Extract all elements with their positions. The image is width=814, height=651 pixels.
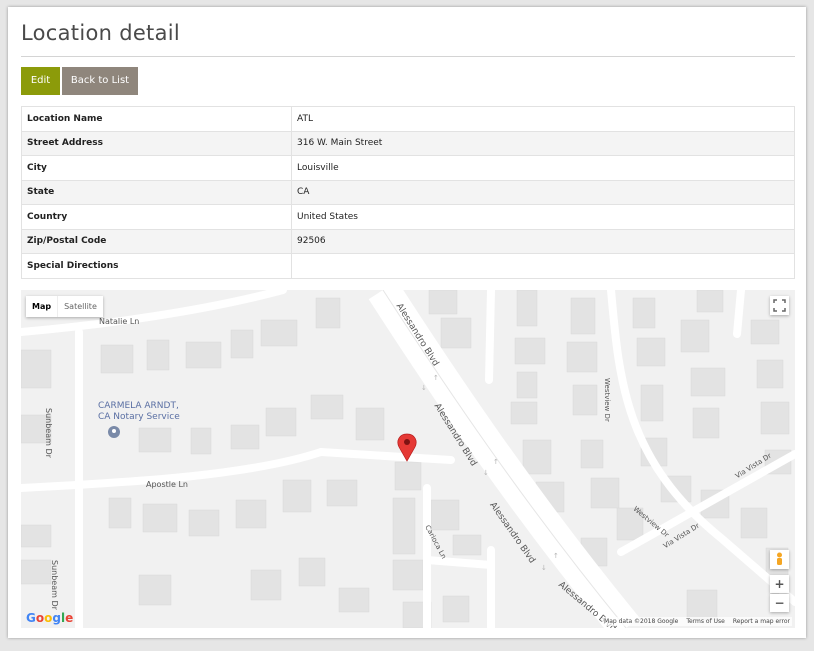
fullscreen-icon xyxy=(773,299,786,312)
table-row: Street Address 316 W. Main Street xyxy=(21,130,795,156)
field-value: ATL xyxy=(291,106,795,132)
svg-text:↓: ↓ xyxy=(483,469,489,477)
field-value: 316 W. Main Street xyxy=(291,130,795,156)
table-row: State CA xyxy=(21,179,795,205)
map-attribution: Map data ©2018 Google xyxy=(604,618,679,625)
page-title: Location detail xyxy=(21,21,181,45)
field-label: Country xyxy=(21,204,292,230)
map-tiles: ↓ ↑ ↓ ↑ ↓ ↑ xyxy=(21,290,795,628)
back-to-list-button[interactable]: Back to List xyxy=(62,67,138,95)
svg-text:↑: ↑ xyxy=(553,552,559,560)
field-label: Special Directions xyxy=(21,253,292,279)
table-row: Country United States xyxy=(21,204,795,230)
svg-text:↑: ↑ xyxy=(433,374,439,382)
fullscreen-button[interactable] xyxy=(770,296,789,315)
field-value: CA xyxy=(291,179,795,205)
field-label: Zip/Postal Code xyxy=(21,228,292,254)
edit-button[interactable]: Edit xyxy=(21,67,60,95)
pegman-icon xyxy=(777,552,782,565)
google-logo[interactable]: Google xyxy=(26,611,73,625)
street-view-pegman[interactable] xyxy=(770,550,789,569)
report-map-error-link[interactable]: Report a map error xyxy=(733,618,790,625)
svg-text:↓: ↓ xyxy=(541,564,547,572)
field-value: United States xyxy=(291,204,795,230)
table-row: City Louisville xyxy=(21,155,795,181)
location-detail-panel: Location detail Edit Back to List Locati… xyxy=(8,7,806,638)
table-row: Special Directions xyxy=(21,253,795,279)
poi-line-2: CA Notary Service xyxy=(98,412,180,422)
map-type-satellite-button[interactable]: Satellite xyxy=(57,296,103,317)
field-label: Street Address xyxy=(21,130,292,156)
location-map[interactable]: ↓ ↑ ↓ ↑ ↓ ↑ Natalie Ln Apostle Ln Sunbeam D… xyxy=(21,290,795,628)
map-type-map-button[interactable]: Map xyxy=(26,296,57,317)
field-value xyxy=(291,253,795,279)
field-label: Location Name xyxy=(21,106,292,132)
street-label-apostle: Apostle Ln xyxy=(146,480,188,489)
title-divider xyxy=(21,56,795,57)
terms-of-use-link[interactable]: Terms of Use xyxy=(686,618,724,625)
svg-text:↑: ↑ xyxy=(493,458,499,466)
field-label: State xyxy=(21,179,292,205)
street-label-sunbeam-2: Sunbeam Dr xyxy=(50,560,59,610)
field-value: Louisville xyxy=(291,155,795,181)
svg-text:↓: ↓ xyxy=(421,384,427,392)
street-label-sunbeam: Sunbeam Dr xyxy=(44,408,53,458)
zoom-out-button[interactable]: − xyxy=(770,594,789,612)
poi-marker-icon xyxy=(108,426,120,438)
poi-line-1: CARMELA ARNDT, xyxy=(98,401,179,411)
table-row: Zip/Postal Code 92506 xyxy=(21,228,795,254)
poi-label[interactable]: CARMELA ARNDT, CA Notary Service xyxy=(98,401,180,423)
field-value: 92506 xyxy=(291,228,795,254)
table-row: Location Name ATL xyxy=(21,106,795,132)
street-label-westview: Westview Dr xyxy=(603,378,611,422)
zoom-in-button[interactable]: + xyxy=(770,575,789,593)
street-label-natalie: Natalie Ln xyxy=(99,317,140,326)
map-type-control: Map Satellite xyxy=(26,296,103,317)
map-footer: Map data ©2018 Google Terms of Use Repor… xyxy=(602,617,792,626)
field-label: City xyxy=(21,155,292,181)
location-detail-table: Location Name ATL Street Address 316 W. Ma… xyxy=(21,106,795,279)
